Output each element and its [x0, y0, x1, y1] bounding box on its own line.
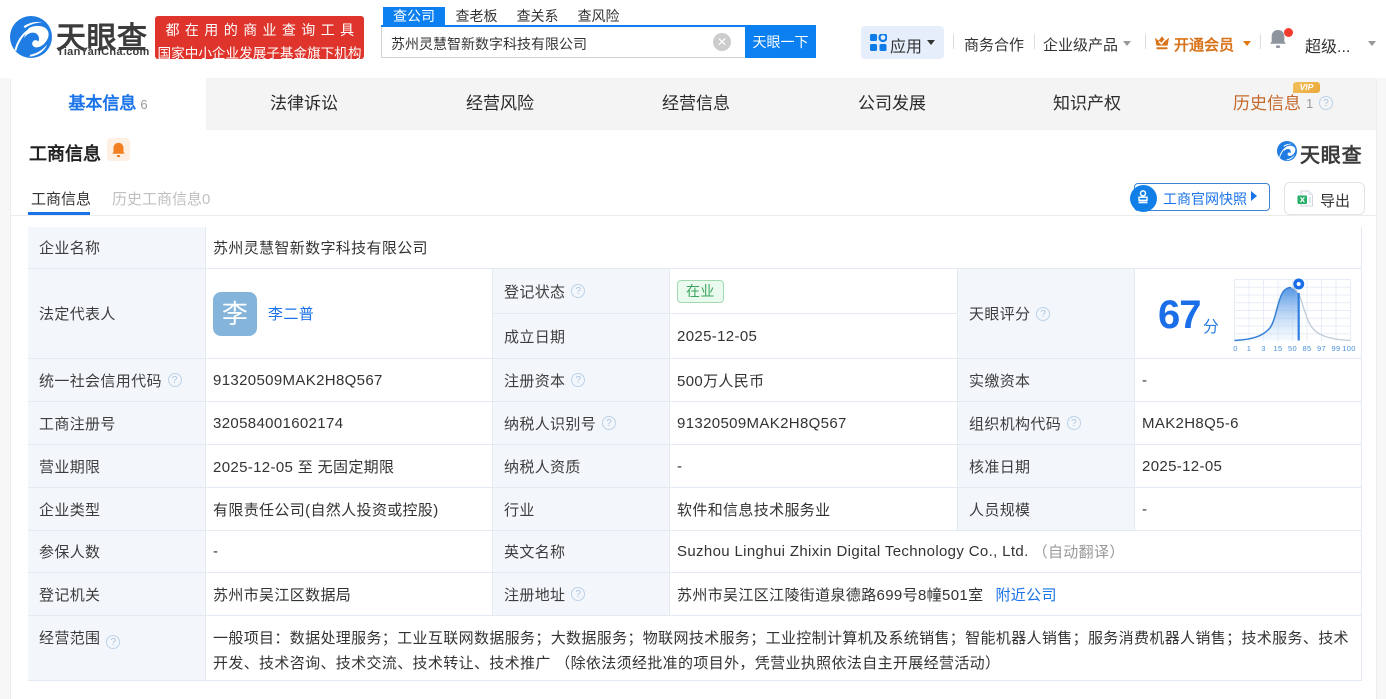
svg-text:100: 100 — [1342, 344, 1356, 353]
svg-text:99: 99 — [1331, 344, 1340, 353]
svg-text:0: 0 — [1233, 344, 1238, 353]
svg-text:1: 1 — [1247, 344, 1252, 353]
svg-text:97: 97 — [1317, 344, 1326, 353]
svg-text:50: 50 — [1288, 344, 1297, 353]
svg-text:3: 3 — [1261, 344, 1266, 353]
svg-text:15: 15 — [1273, 344, 1282, 353]
svg-text:85: 85 — [1302, 344, 1311, 353]
